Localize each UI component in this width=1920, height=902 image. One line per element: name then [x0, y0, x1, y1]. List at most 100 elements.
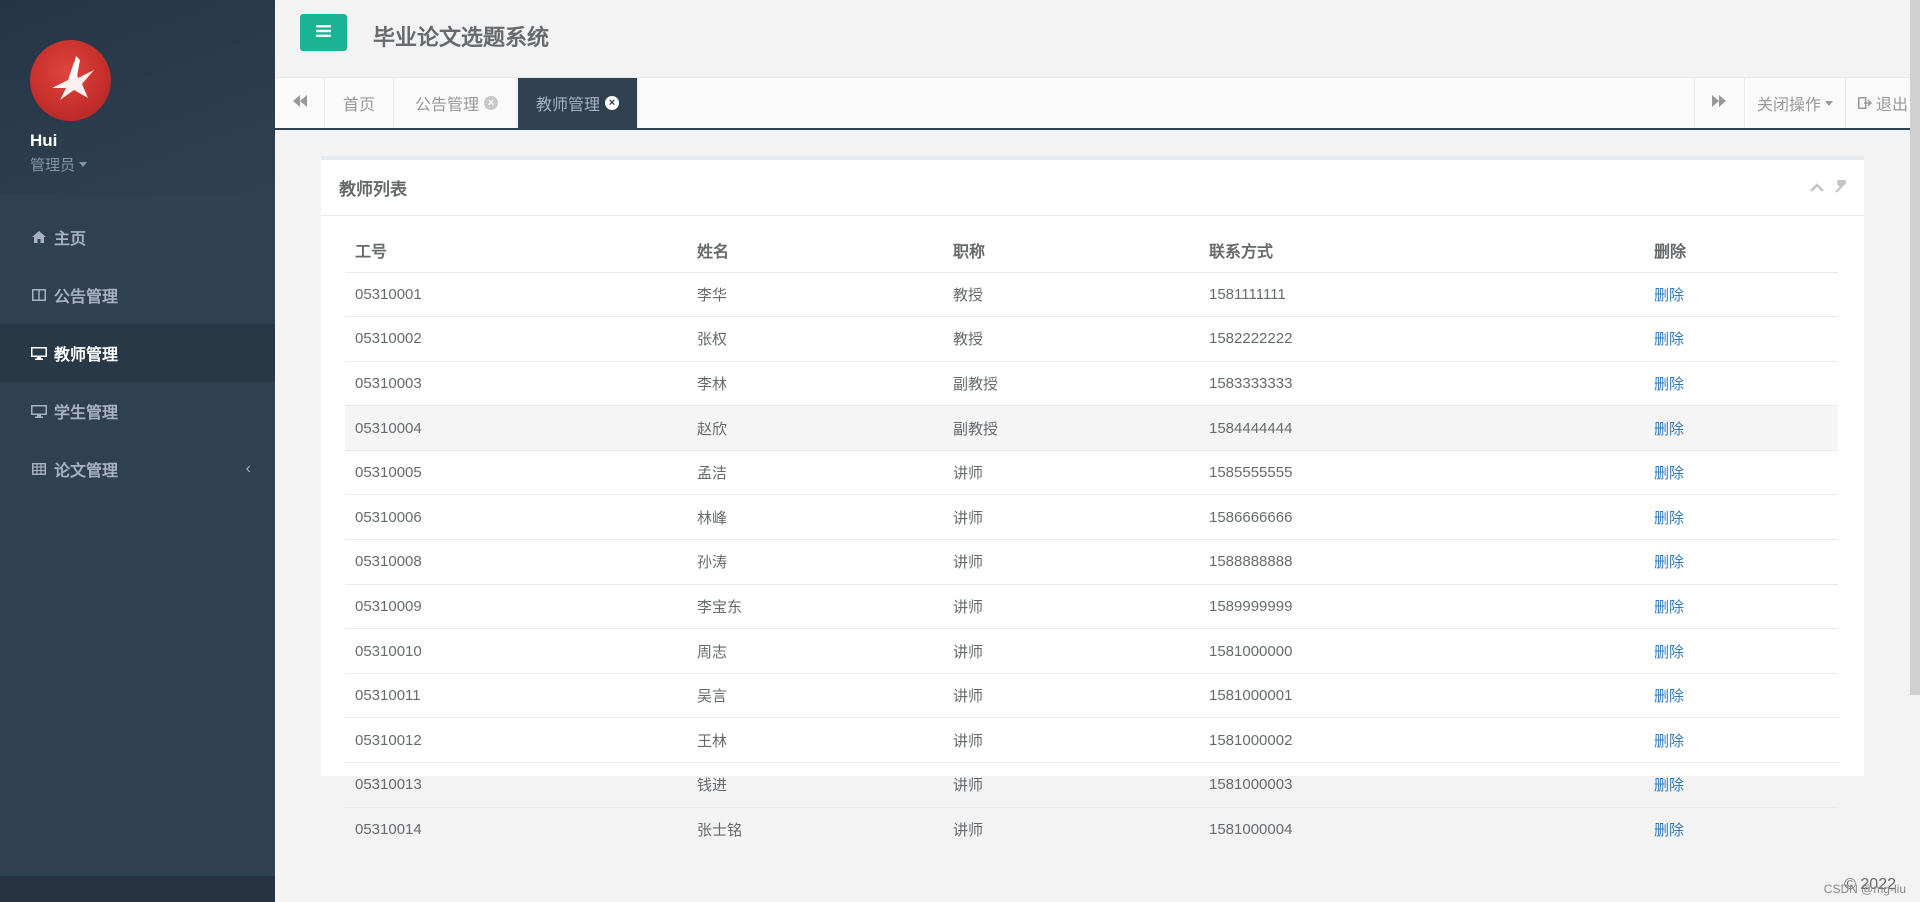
- tab-label: 公告管理: [415, 97, 480, 114]
- table-cell: 1581000004: [1199, 806, 1644, 852]
- delete-link[interactable]: 删除: [1654, 465, 1684, 482]
- table-cell: 李华: [687, 271, 943, 317]
- delete-link[interactable]: 删除: [1654, 421, 1684, 438]
- table-cell: 05310002: [345, 316, 687, 362]
- forward-icon: [1712, 94, 1727, 112]
- close-tab-icon[interactable]: ×: [605, 96, 620, 110]
- table-cell: 1582222222: [1199, 316, 1644, 362]
- close-operations-dropdown[interactable]: 关闭操作: [1743, 78, 1845, 128]
- table-cell: 05310001: [345, 271, 687, 317]
- table-header-row: 工号 姓名 职称 联系方式 删除: [345, 228, 1838, 273]
- table-row: 05310005 孟洁 讲师 1585555555 删除: [345, 449, 1838, 495]
- table-cell: 张士铭: [687, 806, 943, 852]
- table-cell: 删除: [1644, 449, 1838, 495]
- table-cell: 1583333333: [1199, 360, 1644, 406]
- table-cell: 删除: [1644, 271, 1838, 317]
- table-row: 05310010 周志 讲师 1581000000 删除: [345, 628, 1838, 674]
- table-cell: 05310010: [345, 628, 687, 674]
- backward-icon: [292, 94, 307, 112]
- delete-link[interactable]: 删除: [1654, 733, 1684, 750]
- tabs-bar: 首页 公告管理 × 教师管理 × 关闭操作 退出: [275, 78, 1920, 130]
- table-cell: 05310009: [345, 583, 687, 629]
- table-cell: 05310006: [345, 494, 687, 540]
- column-header-title[interactable]: 职称: [943, 228, 1199, 273]
- table-cell: 李林: [687, 360, 943, 406]
- table-row: 05310004 赵欣 副教授 1584444444 删除: [345, 405, 1838, 451]
- table-cell: 教授: [943, 271, 1199, 317]
- chevron-up-icon[interactable]: [1810, 180, 1824, 199]
- table-cell: 讲师: [943, 762, 1199, 808]
- table-cell: 1581000000: [1199, 628, 1644, 674]
- table-cell: 李宝东: [687, 583, 943, 629]
- delete-link[interactable]: 删除: [1654, 376, 1684, 393]
- delete-link[interactable]: 删除: [1654, 822, 1684, 839]
- chevron-left-icon: ‹: [245, 460, 251, 477]
- page-scrollbar[interactable]: [1910, 0, 1920, 695]
- delete-link[interactable]: 删除: [1654, 287, 1684, 304]
- tabs-scroll-left-button[interactable]: [275, 78, 325, 128]
- user-role-label: 管理员: [30, 157, 76, 174]
- tab-teachers[interactable]: 教师管理 ×: [518, 78, 639, 128]
- table-cell: 讲师: [943, 583, 1199, 629]
- menu-toggle-button[interactable]: [300, 14, 347, 51]
- sidebar-item-home[interactable]: 主页: [0, 208, 275, 266]
- table-row: 05310006 林峰 讲师 1586666666 删除: [345, 494, 1838, 540]
- table-icon: [31, 463, 47, 475]
- watermark-text: CSDN @mg-liu: [1823, 882, 1906, 896]
- sign-out-icon: [1857, 97, 1872, 109]
- close-tab-icon[interactable]: ×: [484, 96, 499, 110]
- column-header-id[interactable]: 工号: [345, 228, 687, 273]
- logout-button[interactable]: 退出: [1844, 78, 1920, 128]
- sidebar-item-papers[interactable]: 论文管理 ‹: [0, 440, 275, 498]
- table-cell: 删除: [1644, 762, 1838, 808]
- table-row: 05310012 王林 讲师 1581000002 删除: [345, 717, 1838, 763]
- table-cell: 05310012: [345, 717, 687, 763]
- table-cell: 吴言: [687, 672, 943, 718]
- sidebar-item-students[interactable]: 学生管理: [0, 382, 275, 440]
- user-name: Hui: [30, 131, 58, 150]
- sidebar-item-label: 教师管理: [54, 347, 119, 364]
- sidebar-item-label: 学生管理: [54, 405, 119, 422]
- table-cell: 林峰: [687, 494, 943, 540]
- column-header-name[interactable]: 姓名: [687, 228, 943, 273]
- table-cell: 删除: [1644, 628, 1838, 674]
- table-cell: 1584444444: [1199, 405, 1644, 451]
- table-cell: 讲师: [943, 628, 1199, 674]
- page-title: 毕业论文选题系统: [373, 25, 550, 50]
- table-cell: 讲师: [943, 494, 1199, 540]
- column-header-contact[interactable]: 联系方式: [1199, 228, 1644, 273]
- table-cell: 副教授: [943, 405, 1199, 451]
- tab-home[interactable]: 首页: [325, 78, 395, 128]
- crane-logo-icon: [52, 56, 94, 100]
- table-cell: 删除: [1644, 494, 1838, 540]
- wrench-icon[interactable]: [1834, 178, 1848, 199]
- delete-link[interactable]: 删除: [1654, 688, 1684, 705]
- columns-icon: [31, 289, 47, 301]
- table-cell: 1581000003: [1199, 762, 1644, 808]
- table-cell: 05310003: [345, 360, 687, 406]
- avatar[interactable]: [30, 40, 111, 121]
- table-cell: 赵欣: [687, 405, 943, 451]
- sidebar-item-announcements[interactable]: 公告管理: [0, 266, 275, 324]
- table-cell: 05310013: [345, 762, 687, 808]
- panel-header: 教师列表: [321, 160, 1864, 216]
- top-header: 毕业论文选题系统: [275, 0, 1920, 78]
- sidebar-item-teachers[interactable]: 教师管理: [0, 324, 275, 382]
- delete-link[interactable]: 删除: [1654, 599, 1684, 616]
- table-cell: 删除: [1644, 316, 1838, 362]
- delete-link[interactable]: 删除: [1654, 644, 1684, 661]
- delete-link[interactable]: 删除: [1654, 331, 1684, 348]
- tabs-scroll-right-button[interactable]: [1693, 78, 1744, 128]
- tab-announcements[interactable]: 公告管理 ×: [397, 78, 518, 128]
- panel-title: 教师列表: [339, 180, 407, 199]
- table-row: 05310008 孙涛 讲师 1588888888 删除: [345, 539, 1838, 585]
- column-header-delete[interactable]: 删除: [1644, 228, 1838, 273]
- delete-link[interactable]: 删除: [1654, 510, 1684, 527]
- delete-link[interactable]: 删除: [1654, 554, 1684, 571]
- table-cell: 1589999999: [1199, 583, 1644, 629]
- caret-down-icon: [1824, 100, 1833, 106]
- table-row: 05310003 李林 副教授 1583333333 删除: [345, 360, 1838, 406]
- delete-link[interactable]: 删除: [1654, 777, 1684, 794]
- user-role-dropdown[interactable]: 管理员: [30, 154, 275, 175]
- table-cell: 1588888888: [1199, 539, 1644, 585]
